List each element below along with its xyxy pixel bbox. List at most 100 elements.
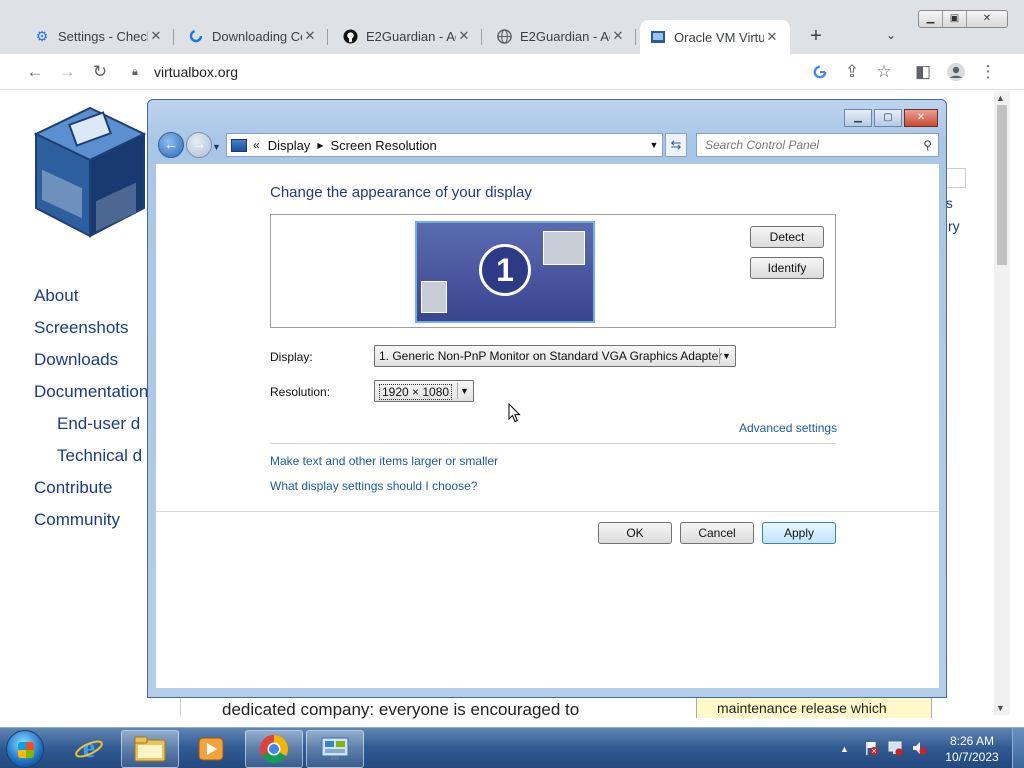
- search-placeholder: Search Control Panel: [705, 138, 820, 152]
- forward-arrow-icon[interactable]: →: [55, 60, 79, 84]
- bookmark-star-icon[interactable]: ☆: [872, 60, 896, 84]
- page-title: Change the appearance of your display: [270, 184, 532, 201]
- display-select[interactable]: 1. Generic Non-PnP Monitor on Standard V…: [374, 345, 736, 367]
- show-desktop-button[interactable]: [1012, 728, 1024, 768]
- site-search-field[interactable]: [944, 168, 966, 188]
- virtualbox-icon: [650, 29, 666, 45]
- resolution-select-value: 1920 × 1080: [379, 384, 453, 400]
- action-center-flag-icon[interactable]: ✕: [863, 740, 879, 759]
- scrollbar-thumb[interactable]: [997, 105, 1007, 265]
- github-icon: [342, 28, 358, 44]
- google-icon[interactable]: [808, 60, 832, 84]
- tab-close-icon[interactable]: ✕: [764, 29, 780, 45]
- tab-e2guardian-1[interactable]: E2Guardian - Acc ✕: [332, 21, 482, 51]
- tab-close-icon[interactable]: ✕: [456, 28, 472, 44]
- tab-e2guardian-2[interactable]: E2Guardian - Acc ✕: [486, 21, 636, 51]
- recent-pages-dropdown-icon[interactable]: ▼: [212, 142, 221, 152]
- breadcrumb-display[interactable]: Display: [268, 138, 311, 153]
- monitor-1-thumbnail[interactable]: 1: [415, 221, 595, 323]
- site-nav-screenshots[interactable]: Screenshots: [34, 318, 129, 338]
- site-nav-documentation[interactable]: Documentation: [34, 382, 148, 402]
- tab-close-icon[interactable]: ✕: [302, 28, 318, 44]
- media-player-icon[interactable]: [182, 730, 240, 768]
- page-scrollbar[interactable]: ▲ ▼: [994, 91, 1010, 715]
- kebab-menu-icon[interactable]: ⋮: [976, 60, 1000, 84]
- site-nav-about[interactable]: About: [34, 286, 78, 306]
- maximize-button[interactable]: ▣: [943, 11, 967, 27]
- refresh-icon[interactable]: ⇆: [665, 133, 687, 157]
- text-size-link[interactable]: Make text and other items larger or smal…: [270, 454, 498, 468]
- start-button[interactable]: [6, 730, 44, 768]
- cancel-button[interactable]: Cancel: [680, 522, 754, 544]
- file-explorer-icon[interactable]: [121, 730, 179, 768]
- profile-avatar-icon[interactable]: [944, 60, 968, 84]
- address-bar[interactable]: 🔒︎ virtualbox.org: [120, 58, 906, 86]
- dialog-content: Change the appearance of your display 1 …: [156, 164, 939, 688]
- breadcrumb-separator-icon[interactable]: ▶: [317, 141, 323, 150]
- site-nav-community[interactable]: Community: [34, 510, 120, 530]
- site-nav-downloads[interactable]: Downloads: [34, 350, 118, 370]
- windows-logo-icon: [18, 742, 34, 758]
- loading-spinner-icon: [188, 28, 204, 44]
- maximize-button[interactable]: ▢: [874, 109, 902, 127]
- clock[interactable]: 8:26 AM 10/7/2023: [940, 733, 1004, 765]
- breadcrumb-bar[interactable]: « Display ▶ Screen Resolution ▼: [226, 133, 663, 157]
- mouse-cursor-icon: [508, 403, 521, 423]
- apply-button[interactable]: Apply: [762, 522, 836, 544]
- window-preview-icon: [543, 231, 585, 265]
- chevron-left-icon[interactable]: «: [253, 138, 260, 152]
- tab-search-chevron-icon[interactable]: ⌄: [886, 28, 896, 42]
- back-arrow-icon[interactable]: ←: [23, 60, 47, 84]
- chrome-icon[interactable]: [245, 730, 303, 768]
- volume-muted-icon[interactable]: [911, 740, 927, 759]
- site-nav-contribute[interactable]: Contribute: [34, 478, 112, 498]
- window-controls: ▁ ▢ ✕: [844, 109, 938, 127]
- minimize-button[interactable]: ▁: [844, 109, 872, 127]
- show-hidden-icons-icon[interactable]: ▲: [840, 744, 849, 754]
- close-button[interactable]: ✕: [967, 11, 1007, 27]
- network-icon[interactable]: [887, 740, 903, 759]
- divider: [270, 443, 836, 444]
- monitor-preview-area: 1 Detect Identify: [270, 214, 836, 328]
- tab-settings[interactable]: ⚙ Settings - Check ✕: [24, 21, 174, 51]
- site-news-box: maintenance release which: [696, 696, 932, 718]
- chevron-down-icon[interactable]: ▼: [457, 383, 471, 399]
- chevron-down-icon[interactable]: ▼: [646, 140, 662, 150]
- navigation-bar: ← → ▼ « Display ▶ Screen Resolution ▼ ⇆ …: [156, 132, 940, 158]
- tab-close-icon[interactable]: ✕: [148, 28, 164, 44]
- tab-title: Settings - Check: [58, 28, 148, 44]
- close-button[interactable]: ✕: [904, 109, 938, 127]
- new-tab-button[interactable]: +: [806, 25, 826, 48]
- site-nav-end-user[interactable]: End-user d: [57, 414, 140, 434]
- site-nav-technical[interactable]: Technical d: [57, 446, 142, 466]
- share-icon[interactable]: ⇪: [840, 60, 864, 84]
- url-text: virtualbox.org: [154, 64, 239, 80]
- reload-icon[interactable]: ↻: [88, 60, 112, 84]
- clock-date: 10/7/2023: [945, 750, 999, 764]
- chevron-down-icon[interactable]: ▼: [719, 348, 733, 364]
- resolution-select[interactable]: 1920 × 1080 ▼: [374, 380, 474, 402]
- detect-button[interactable]: Detect: [750, 226, 824, 248]
- identify-button[interactable]: Identify: [750, 257, 824, 279]
- ok-button[interactable]: OK: [598, 522, 672, 544]
- minimize-button[interactable]: ▁: [919, 11, 943, 27]
- tab-virtualbox[interactable]: Oracle VM Virtua ✕: [640, 20, 790, 54]
- control-panel-icon[interactable]: [306, 730, 364, 768]
- back-arrow-icon[interactable]: ←: [158, 132, 184, 158]
- side-panel-icon[interactable]: ◧: [911, 60, 935, 84]
- svg-text:✕: ✕: [871, 747, 877, 755]
- scroll-up-icon[interactable]: ▲: [996, 93, 1005, 103]
- search-input[interactable]: Search Control Panel ⚲: [696, 133, 939, 157]
- scroll-down-icon[interactable]: ▼: [996, 703, 1005, 713]
- breadcrumb-screen-resolution[interactable]: Screen Resolution: [330, 138, 436, 153]
- internet-explorer-icon[interactable]: e: [60, 730, 118, 768]
- search-icon[interactable]: ⚲: [923, 138, 932, 152]
- gear-icon: ⚙: [35, 27, 49, 44]
- advanced-settings-link[interactable]: Advanced settings: [739, 421, 837, 435]
- virtualbox-logo: [30, 104, 150, 240]
- tab-title: E2Guardian - Acc: [366, 28, 456, 44]
- tab-downloading[interactable]: Downloading Co ✕: [178, 21, 328, 51]
- display-help-link[interactable]: What display settings should I choose?: [270, 479, 477, 493]
- tab-close-icon[interactable]: ✕: [610, 28, 626, 44]
- forward-arrow-icon[interactable]: →: [186, 132, 212, 158]
